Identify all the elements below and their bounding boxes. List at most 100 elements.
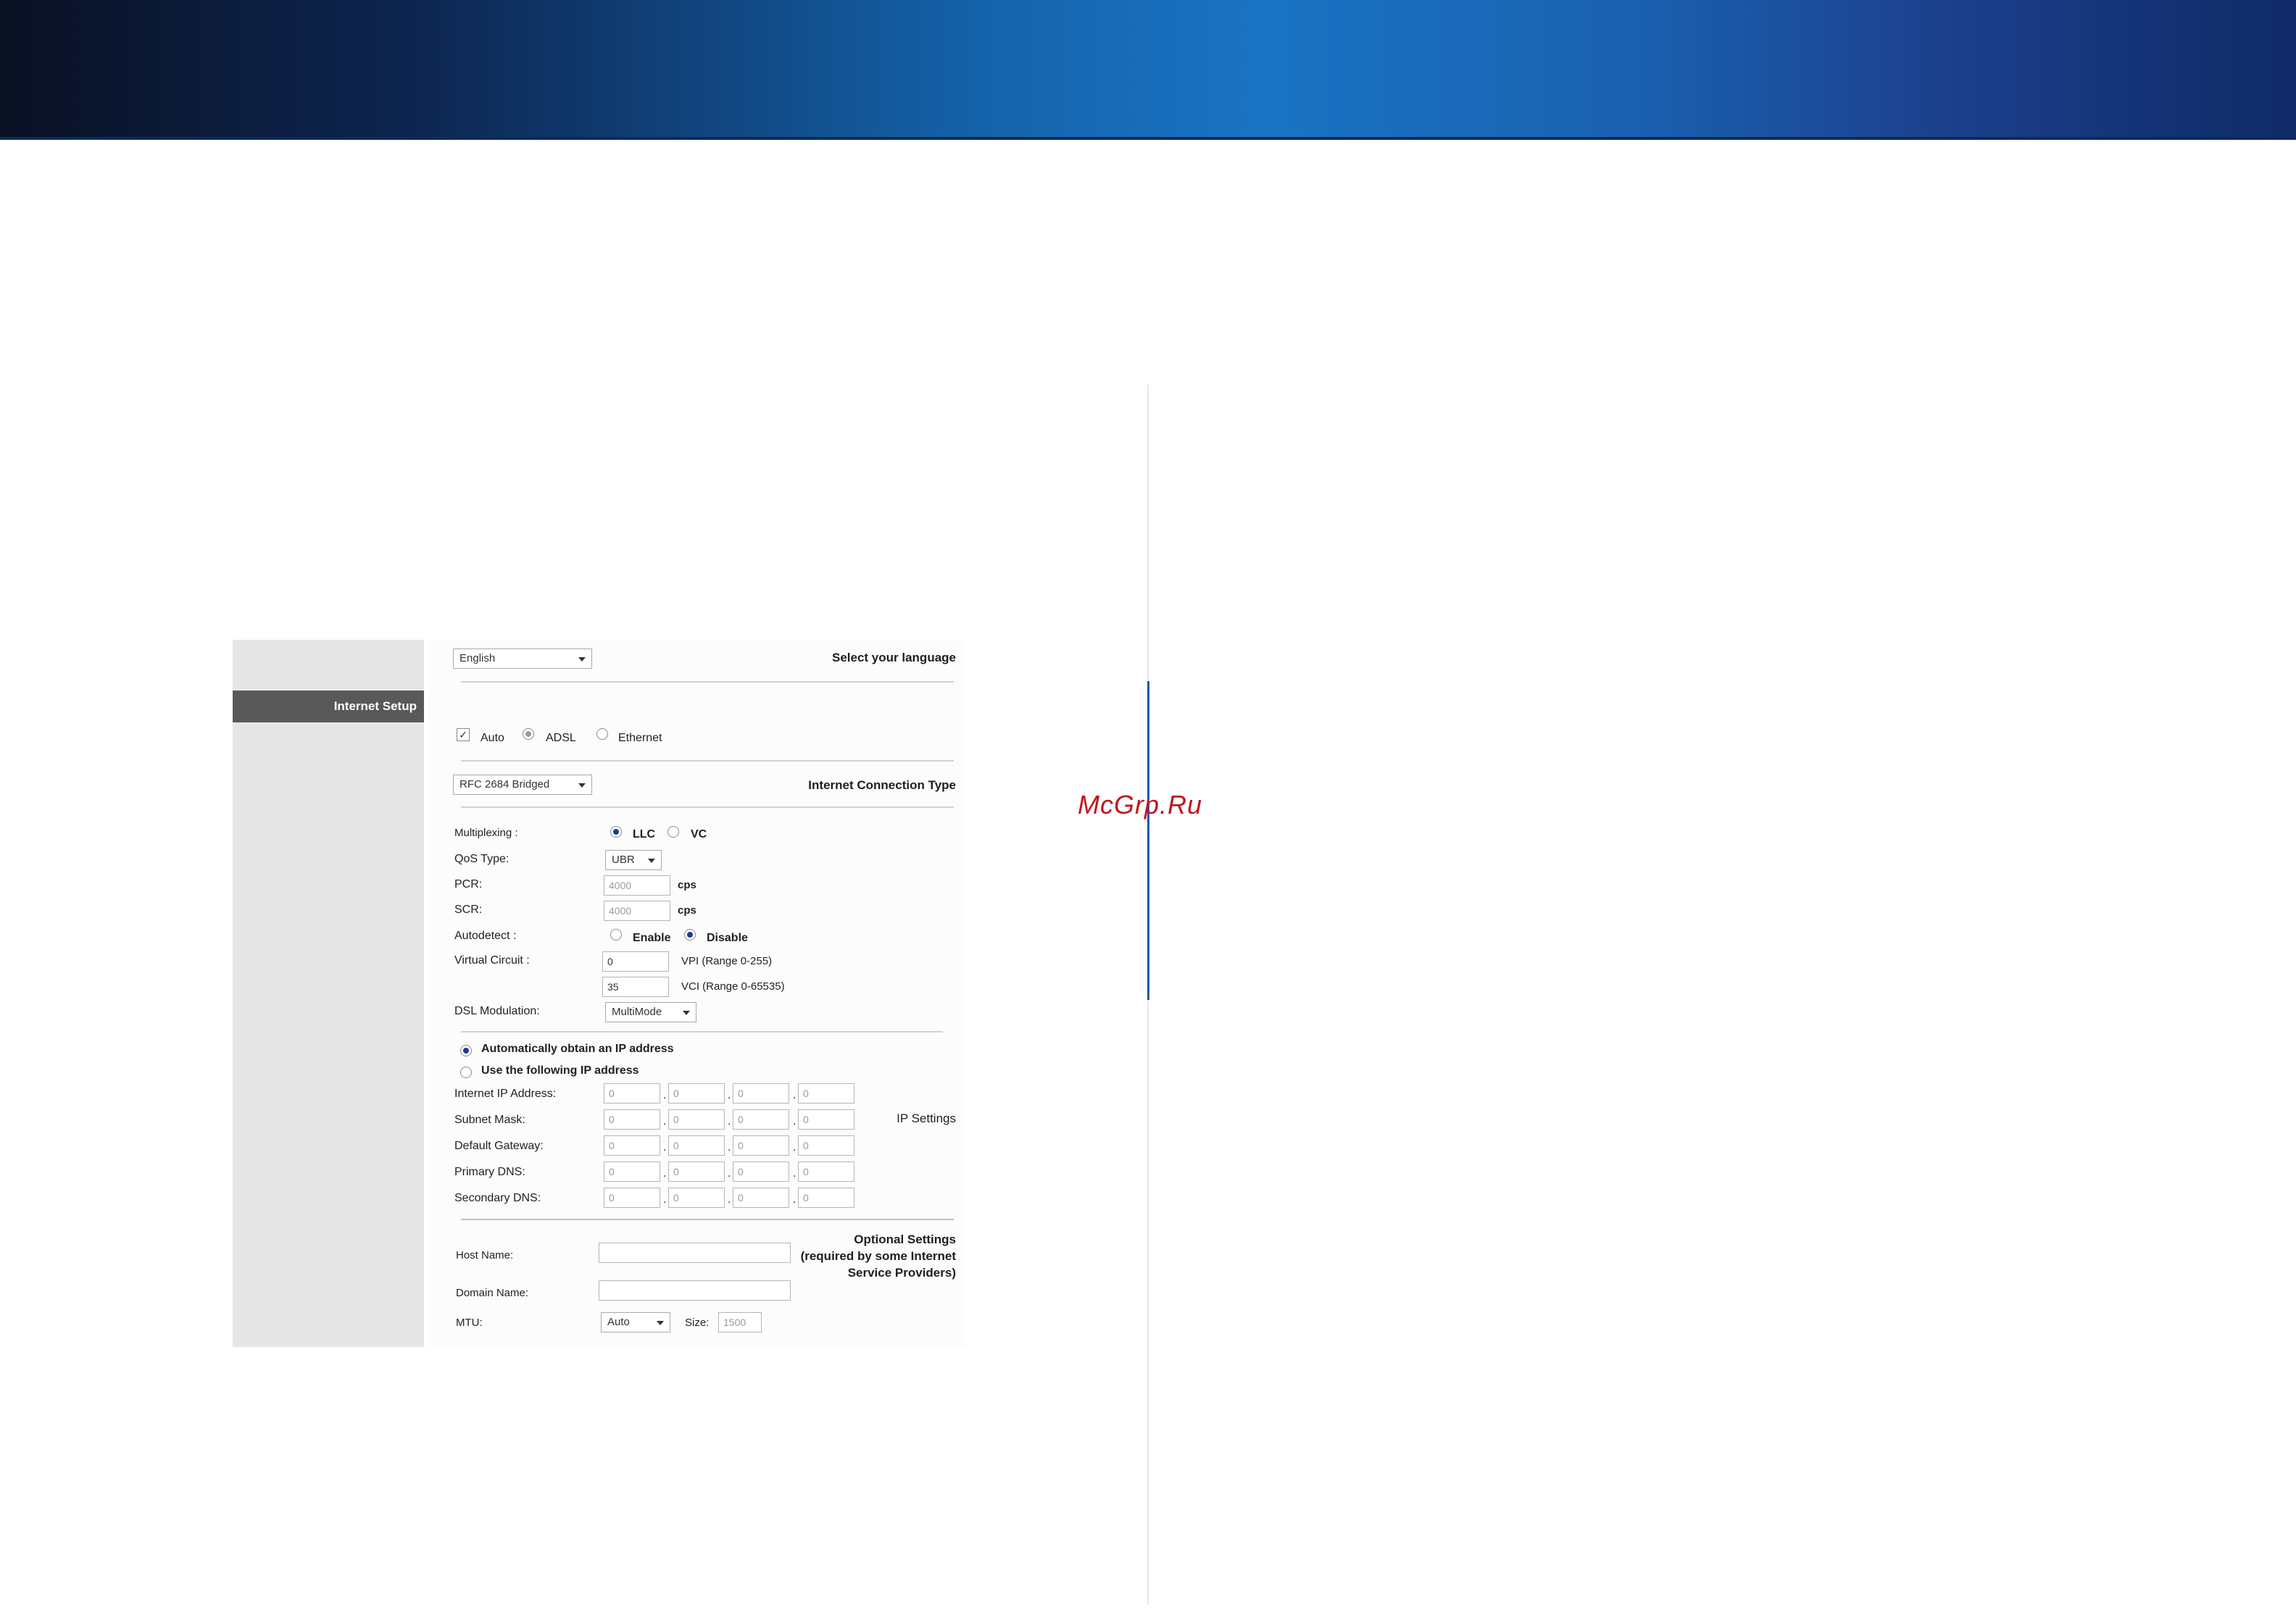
watermark-text: McGrp.Ru xyxy=(1078,790,1203,819)
secondary-dns-label: Secondary DNS: xyxy=(454,1192,541,1204)
header-banner xyxy=(0,0,2296,140)
divider xyxy=(461,1219,954,1220)
vci-range-label: VCI (Range 0-65535) xyxy=(681,980,785,993)
divider xyxy=(461,681,954,683)
multiplexing-label: Multiplexing : xyxy=(454,827,518,839)
default-gateway-octet-1[interactable]: 0 xyxy=(604,1135,660,1156)
secondary-dns-octet-1[interactable]: 0 xyxy=(604,1188,660,1208)
internet-setup-heading: Internet Setup xyxy=(333,699,417,713)
chevron-down-icon xyxy=(683,1011,690,1015)
ip-separator: . xyxy=(728,1089,731,1101)
adsl-radio[interactable] xyxy=(523,728,534,740)
dsl-modulation-value: MultiMode xyxy=(612,1006,662,1018)
autodetect-enable-label: Enable xyxy=(633,932,671,944)
ip-manual-radio[interactable] xyxy=(460,1067,472,1078)
ip-separator: . xyxy=(663,1115,667,1127)
dsl-modulation-select[interactable]: MultiMode xyxy=(605,1002,696,1022)
ip-address-octet-4[interactable]: 0 xyxy=(798,1083,854,1104)
ip-address-octet-2[interactable]: 0 xyxy=(668,1083,725,1104)
ip-separator: . xyxy=(793,1193,796,1206)
domain-name-input[interactable] xyxy=(599,1280,791,1301)
connection-type-select[interactable]: RFC 2684 Bridged xyxy=(453,775,592,795)
default-gateway-label: Default Gateway: xyxy=(454,1140,544,1152)
language-select-value: English xyxy=(459,652,496,664)
auto-checkbox[interactable]: ✓ xyxy=(457,728,470,741)
qos-type-select[interactable]: UBR xyxy=(605,850,662,870)
default-gateway-octet-2[interactable]: 0 xyxy=(668,1135,725,1156)
connection-type-label: Internet Connection Type xyxy=(808,778,956,792)
divider xyxy=(461,806,954,808)
auto-label: Auto xyxy=(481,732,504,744)
ip-separator: . xyxy=(663,1167,667,1180)
vci-input[interactable]: 35 xyxy=(602,977,669,997)
host-name-input[interactable] xyxy=(599,1243,791,1263)
vc-radio[interactable] xyxy=(667,826,679,838)
vpi-range-label: VPI (Range 0-255) xyxy=(681,955,773,967)
mtu-value: Auto xyxy=(607,1316,630,1328)
chevron-down-icon xyxy=(578,657,586,662)
primary-dns-octet-3[interactable]: 0 xyxy=(733,1161,789,1182)
subnet-mask-octet-1[interactable]: 0 xyxy=(604,1109,660,1130)
subnet-mask-octet-4[interactable]: 0 xyxy=(798,1109,854,1130)
column-divider-accent xyxy=(1147,681,1149,1000)
subnet-mask-octet-2[interactable]: 0 xyxy=(668,1109,725,1130)
vpi-input[interactable]: 0 xyxy=(602,951,669,972)
autodetect-disable-label: Disable xyxy=(707,932,748,944)
primary-dns-label: Primary DNS: xyxy=(454,1166,525,1178)
ip-auto-radio[interactable] xyxy=(460,1045,472,1056)
pcr-label: PCR: xyxy=(454,878,483,890)
ip-auto-label: Automatically obtain an IP address xyxy=(481,1043,674,1055)
primary-dns-octet-1[interactable]: 0 xyxy=(604,1161,660,1182)
pcr-unit: cps xyxy=(678,879,696,891)
scr-unit: cps xyxy=(678,904,696,917)
settings-sidebar xyxy=(233,640,428,1347)
ip-separator: . xyxy=(728,1167,731,1180)
ip-address-octet-3[interactable]: 0 xyxy=(733,1083,789,1104)
mtu-size-input[interactable]: 1500 xyxy=(718,1312,762,1332)
autodetect-label: Autodetect : xyxy=(454,930,517,942)
autodetect-disable-radio[interactable] xyxy=(684,929,696,940)
mtu-label: MTU: xyxy=(456,1317,483,1329)
divider xyxy=(461,760,954,762)
adsl-label: ADSL xyxy=(546,732,576,744)
ip-separator: . xyxy=(663,1141,667,1154)
secondary-dns-octet-3[interactable]: 0 xyxy=(733,1188,789,1208)
language-select[interactable]: English xyxy=(453,648,592,669)
ip-separator: . xyxy=(793,1141,796,1154)
optional-settings-line1: Optional Settings xyxy=(854,1232,956,1246)
ip-separator: . xyxy=(663,1089,667,1101)
connection-type-value: RFC 2684 Bridged xyxy=(459,778,550,791)
virtual-circuit-label: Virtual Circuit : xyxy=(454,954,530,967)
ip-manual-label: Use the following IP address xyxy=(481,1064,639,1077)
ip-separator: . xyxy=(728,1115,731,1127)
divider xyxy=(461,1031,943,1033)
internet-setup-screenshot: Select your language Internet Setup Inte… xyxy=(233,640,965,1347)
ip-separator: . xyxy=(663,1193,667,1206)
subnet-mask-octet-3[interactable]: 0 xyxy=(733,1109,789,1130)
scr-input[interactable]: 4000 xyxy=(604,901,670,921)
dsl-modulation-label: DSL Modulation: xyxy=(454,1005,540,1017)
ip-separator: . xyxy=(793,1115,796,1127)
select-language-label: Select your language xyxy=(832,651,956,664)
domain-name-label: Domain Name: xyxy=(456,1287,529,1299)
default-gateway-octet-3[interactable]: 0 xyxy=(733,1135,789,1156)
optional-settings-line3: Service Providers) xyxy=(847,1266,956,1280)
subnet-mask-label: Subnet Mask: xyxy=(454,1114,525,1126)
ethernet-radio[interactable] xyxy=(596,728,608,740)
default-gateway-octet-4[interactable]: 0 xyxy=(798,1135,854,1156)
sidebar-gutter xyxy=(424,640,428,1347)
autodetect-enable-radio[interactable] xyxy=(610,929,622,940)
llc-label: LLC xyxy=(633,828,656,841)
pcr-input[interactable]: 4000 xyxy=(604,875,670,896)
mtu-select[interactable]: Auto xyxy=(601,1312,670,1332)
ip-separator: . xyxy=(793,1167,796,1180)
primary-dns-octet-2[interactable]: 0 xyxy=(668,1161,725,1182)
chevron-down-icon xyxy=(648,859,655,863)
vc-label: VC xyxy=(691,828,707,841)
secondary-dns-octet-2[interactable]: 0 xyxy=(668,1188,725,1208)
primary-dns-octet-4[interactable]: 0 xyxy=(798,1161,854,1182)
secondary-dns-octet-4[interactable]: 0 xyxy=(798,1188,854,1208)
chevron-down-icon xyxy=(657,1321,664,1325)
ip-address-octet-1[interactable]: 0 xyxy=(604,1083,660,1104)
llc-radio[interactable] xyxy=(610,826,622,838)
